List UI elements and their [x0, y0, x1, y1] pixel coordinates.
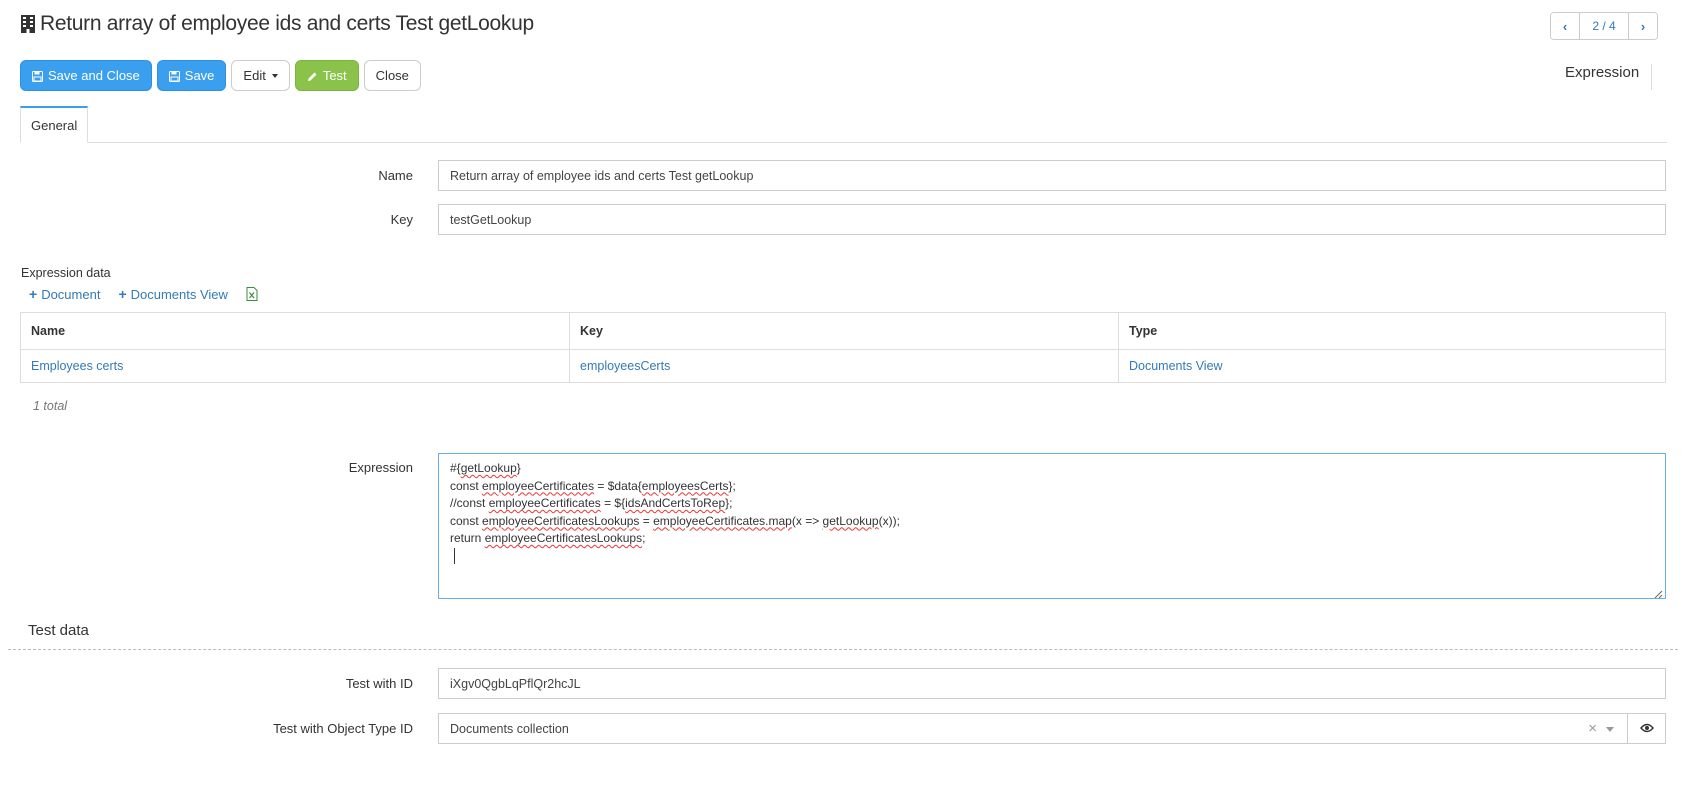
- tabs-divider: [20, 142, 1667, 143]
- key-field[interactable]: testGetLookup: [438, 204, 1666, 235]
- plus-icon: +: [118, 286, 127, 302]
- caret-down-icon: [271, 73, 278, 78]
- code-line: const employeeCertificatesLookups = empl…: [450, 513, 900, 528]
- add-documents-view-link[interactable]: + Documents View: [118, 286, 228, 302]
- code-cursor-line: [450, 548, 1654, 566]
- code-line: #{getLookup}: [450, 461, 521, 475]
- floppy-disk-icon: [32, 70, 43, 82]
- test-label: Test: [322, 68, 347, 83]
- cell-name[interactable]: Employees certs: [20, 349, 570, 383]
- table-total-count: 1 total: [33, 399, 68, 413]
- resize-grip-icon[interactable]: [1654, 587, 1663, 599]
- object-type-dropdown[interactable]: Documents collection ×: [438, 713, 1628, 744]
- test-id-field[interactable]: iXgv0QgbLqPflQr2hcJL: [438, 668, 1666, 699]
- expression-editor[interactable]: #{getLookup} const employeeCertificates …: [438, 453, 1666, 599]
- expression-data-actions: + Document + Documents View: [29, 286, 258, 302]
- expression-label: Expression: [348, 460, 413, 475]
- chevron-down-icon[interactable]: [1606, 727, 1614, 732]
- expression-data-title: Expression data: [21, 266, 111, 280]
- add-document-link[interactable]: + Document: [29, 286, 100, 302]
- view-object-type-button[interactable]: [1628, 713, 1666, 744]
- clear-icon[interactable]: ×: [1588, 720, 1597, 737]
- save-button[interactable]: Save: [156, 60, 227, 91]
- plus-icon: +: [29, 286, 38, 302]
- code-line: const employeeCertificates = $data{emplo…: [450, 478, 736, 493]
- toolbar: Save and Close Save Edit Test Close: [20, 60, 421, 91]
- eye-icon: [1639, 721, 1654, 736]
- next-record-button[interactable]: ›: [1629, 13, 1657, 39]
- expression-data-table: Name Key Type Employees certs employeesC…: [20, 312, 1666, 383]
- column-header-key[interactable]: Key: [569, 312, 1119, 350]
- test-button[interactable]: Test: [294, 60, 359, 91]
- column-header-type[interactable]: Type: [1118, 312, 1666, 350]
- close-button[interactable]: Close: [363, 60, 421, 91]
- cell-type[interactable]: Documents View: [1118, 349, 1666, 383]
- test-data-title: Test data: [28, 622, 89, 639]
- building-icon: [20, 14, 36, 34]
- code-line: return employeeCertificatesLookups;: [450, 531, 646, 545]
- table-header-row: Name Key Type: [20, 312, 1666, 350]
- name-field[interactable]: Return array of employee ids and certs T…: [438, 160, 1666, 191]
- chevron-left-icon: ‹: [1562, 18, 1568, 34]
- edit-dropdown-button[interactable]: Edit: [231, 60, 290, 91]
- add-document-label: Document: [41, 286, 101, 302]
- add-documents-view-label: Documents View: [130, 286, 228, 302]
- save-and-close-button[interactable]: Save and Close: [20, 60, 152, 91]
- column-header-name[interactable]: Name: [20, 312, 570, 350]
- save-label: Save: [184, 68, 215, 83]
- object-type-select: Documents collection ×: [438, 713, 1666, 744]
- text-cursor: [454, 548, 455, 565]
- edit-label: Edit: [243, 68, 266, 83]
- table-row[interactable]: Employees certs employeesCerts Documents…: [20, 349, 1666, 383]
- page-title: Return array of employee ids and certs T…: [20, 12, 534, 36]
- cell-key[interactable]: employeesCerts: [569, 349, 1119, 383]
- name-label: Name: [378, 168, 413, 183]
- record-pager: ‹ 2 / 4 ›: [1550, 12, 1658, 40]
- previous-record-button[interactable]: ‹: [1551, 13, 1579, 39]
- excel-file-icon[interactable]: [246, 287, 258, 301]
- record-position: 2 / 4: [1579, 13, 1629, 39]
- section-divider: [8, 649, 1678, 650]
- pencil-icon: [307, 70, 318, 81]
- object-type-label: Test with Object Type ID: [273, 721, 413, 736]
- floppy-disk-icon: [168, 70, 180, 82]
- side-panel-title: Expression: [1565, 64, 1653, 90]
- page-title-text: Return array of employee ids and certs T…: [40, 12, 534, 35]
- test-id-label: Test with ID: [345, 676, 413, 691]
- save-and-close-label: Save and Close: [48, 68, 140, 83]
- tab-general[interactable]: General: [20, 106, 89, 143]
- key-label: Key: [390, 212, 413, 227]
- chevron-right-icon: ›: [1640, 18, 1646, 34]
- code-line: //const employeeCertificates = ${idsAndC…: [450, 496, 733, 510]
- object-type-value: Documents collection: [450, 721, 569, 736]
